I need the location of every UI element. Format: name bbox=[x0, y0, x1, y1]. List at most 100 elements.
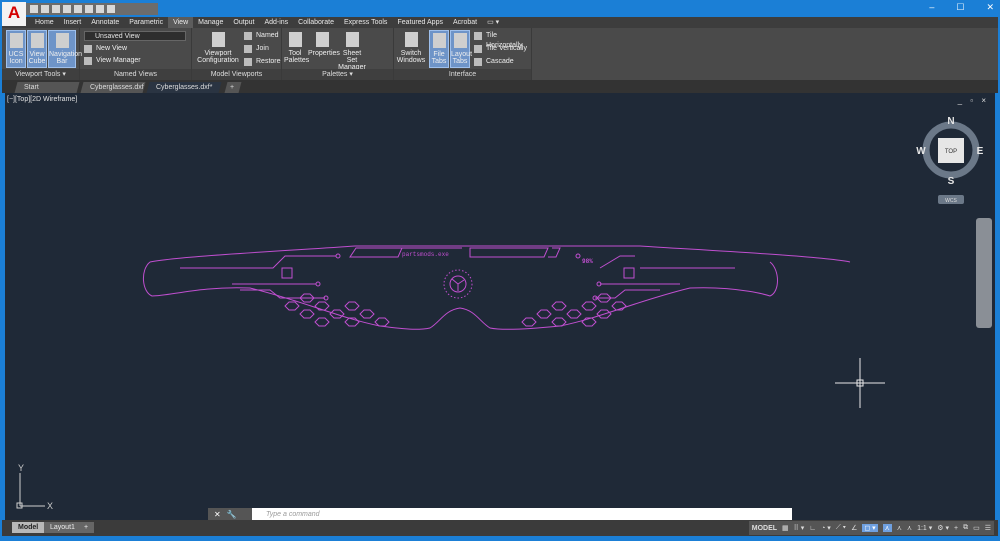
ucs-icon-button[interactable]: UCS Icon bbox=[6, 30, 26, 68]
compass-south[interactable]: S bbox=[948, 176, 955, 187]
annotation-monitor-icon[interactable]: + bbox=[954, 525, 958, 532]
auto-scale-icon[interactable]: ⋏ bbox=[897, 524, 902, 532]
compass-north[interactable]: N bbox=[947, 116, 954, 127]
hexagon-pattern-right bbox=[521, 293, 627, 327]
tab-view[interactable]: View bbox=[168, 17, 194, 28]
named-view-dropdown[interactable]: Unsaved View bbox=[84, 31, 186, 41]
object-snap-icon[interactable]: ◻ ▾ bbox=[862, 524, 878, 532]
new-view-button[interactable]: New View bbox=[84, 44, 127, 54]
close-button[interactable]: ✕ bbox=[986, 2, 994, 13]
panel-model-viewports: Viewport Configuration Named Join Restor… bbox=[192, 28, 282, 80]
tab-home[interactable]: Home bbox=[30, 17, 59, 28]
restore-button[interactable]: Restore bbox=[244, 57, 281, 67]
grid-icon[interactable]: ▦ bbox=[782, 524, 789, 532]
customize-wrench-icon[interactable]: 🔧 bbox=[227, 510, 237, 519]
minimize-button[interactable]: – bbox=[929, 2, 934, 13]
tab-annotate[interactable]: Annotate bbox=[86, 17, 124, 28]
tab-parametric[interactable]: Parametric bbox=[124, 17, 168, 28]
view-cube-button[interactable]: View Cube bbox=[27, 30, 47, 68]
tab-output[interactable]: Output bbox=[228, 17, 259, 28]
title-bar: – ☐ ✕ bbox=[0, 0, 1000, 17]
workspace-gear-icon[interactable]: ⚙ ▾ bbox=[937, 524, 949, 532]
panel-title[interactable]: Viewport Tools ▾ bbox=[2, 69, 79, 80]
object-snap-tracking-icon[interactable]: ∠ bbox=[851, 524, 857, 532]
customization-menu-icon[interactable]: ☰ bbox=[985, 524, 991, 532]
layout-tabs-icon bbox=[453, 33, 467, 48]
compass-east[interactable]: E bbox=[977, 146, 984, 157]
panel-interface: Switch Windows File Tabs Layout Tabs Til… bbox=[394, 28, 532, 80]
ortho-icon[interactable]: ∟ bbox=[809, 525, 816, 532]
tab-collaborate[interactable]: Collaborate bbox=[293, 17, 339, 28]
annotation-visibility-icon[interactable]: ⋏ bbox=[882, 524, 892, 532]
clean-screen-icon[interactable]: ▭ bbox=[973, 524, 980, 532]
file-tab-start[interactable]: Start bbox=[14, 82, 80, 93]
app-menu-logo[interactable]: A bbox=[2, 2, 26, 26]
tab-acrobat[interactable]: Acrobat bbox=[448, 17, 482, 28]
add-layout-button[interactable]: + bbox=[78, 522, 95, 533]
panel-title[interactable]: Palettes ▾ bbox=[282, 69, 393, 80]
viewcube: TOP N S E W WCS bbox=[916, 116, 984, 204]
file-tab-cyberglasses[interactable]: Cyberglasses.dxf ✕ bbox=[80, 82, 146, 102]
panel-title: Named Views bbox=[80, 69, 191, 80]
hexagon-pattern-left bbox=[284, 293, 390, 327]
tab-featured-apps[interactable]: Featured Apps bbox=[392, 17, 448, 28]
tab-manage[interactable]: Manage bbox=[193, 17, 228, 28]
navigation-bar-button[interactable]: Navigation Bar bbox=[48, 30, 82, 68]
file-tabs-button[interactable]: File Tabs bbox=[429, 30, 449, 68]
polar-icon[interactable]: ◔ ▾ bbox=[821, 524, 831, 532]
ucs-y-label: Y bbox=[18, 463, 24, 473]
view-cube-icon bbox=[30, 33, 44, 48]
drawing-canvas: partsmods.exe 98% Y X TOP N S E W WCS bbox=[16, 116, 992, 511]
tile-horizontally-button[interactable]: Tile Horizontally bbox=[474, 31, 531, 49]
tile-vertically-button[interactable]: Tile Vertically bbox=[474, 44, 527, 54]
file-tabs-icon bbox=[432, 33, 446, 48]
status-bar: Model Layout1 + MODEL ▦ ⠿ ▾ ∟ ◔ ▾ ⟋ ▾ ∠ … bbox=[2, 520, 998, 536]
ribbon: UCS Icon View Cube Navigation Bar Viewpo… bbox=[2, 28, 998, 80]
drawing-viewport[interactable]: [−][Top][2D Wireframe] _ ▫ × partsmods.e… bbox=[5, 93, 995, 520]
model-space-button[interactable]: MODEL bbox=[752, 525, 777, 532]
tab-extra-dropdown[interactable]: ▭ ▾ bbox=[482, 17, 504, 28]
layout-tabs-button[interactable]: Layout Tabs bbox=[450, 30, 472, 68]
glasses-outline bbox=[143, 245, 851, 330]
wcs-menu[interactable]: WCS bbox=[945, 198, 957, 204]
scale-dropdown[interactable]: 1:1 ▾ bbox=[917, 524, 932, 532]
viewport-configuration-button[interactable]: Viewport Configuration bbox=[196, 30, 240, 68]
annotation-scale-icon[interactable]: ⋏ bbox=[907, 524, 912, 532]
viewport-icon bbox=[211, 32, 225, 47]
tab-insert[interactable]: Insert bbox=[59, 17, 87, 28]
named-button[interactable]: Named bbox=[244, 31, 279, 41]
tool-palettes-icon bbox=[288, 32, 302, 47]
view-manager-button[interactable]: View Manager bbox=[84, 56, 141, 66]
layout-tab-model[interactable]: Model bbox=[12, 522, 45, 533]
maximize-button[interactable]: ☐ bbox=[956, 2, 964, 13]
ribbon-tabs: Home Insert Annotate Parametric View Man… bbox=[2, 17, 998, 28]
drawing-percent: 98% bbox=[582, 258, 593, 265]
cascade-button[interactable]: Cascade bbox=[474, 57, 514, 67]
ucs-icon bbox=[16, 473, 45, 509]
panel-title: Interface bbox=[394, 69, 531, 80]
switch-windows-button[interactable]: Switch Windows bbox=[396, 30, 426, 68]
isodraft-icon[interactable]: ⟋ ▾ bbox=[836, 524, 846, 532]
isolate-objects-icon[interactable]: ⧉ bbox=[963, 524, 968, 532]
viewcube-top-face[interactable]: TOP bbox=[945, 149, 957, 155]
ucs-x-label: X bbox=[47, 501, 53, 511]
close-command-icon[interactable]: ✕ bbox=[214, 510, 221, 519]
tab-add-ins[interactable]: Add-ins bbox=[259, 17, 293, 28]
crosshair-cursor bbox=[835, 358, 885, 408]
compass-west[interactable]: W bbox=[916, 146, 926, 157]
tab-express-tools[interactable]: Express Tools bbox=[339, 17, 392, 28]
sheet-set-icon bbox=[345, 32, 359, 47]
navigation-bar[interactable] bbox=[976, 218, 992, 328]
panel-named-views: Unsaved View New View View Manager Named… bbox=[80, 28, 192, 80]
join-button[interactable]: Join bbox=[244, 44, 269, 54]
file-tab-cyberglasses-active[interactable]: Cyberglasses.dxf* ✕ bbox=[146, 82, 222, 102]
new-tab-button[interactable]: + bbox=[224, 82, 242, 93]
snap-icon[interactable]: ⠿ ▾ bbox=[794, 524, 805, 532]
layout-tab-layout1[interactable]: Layout1 bbox=[44, 522, 81, 533]
quick-access-toolbar[interactable] bbox=[26, 3, 158, 15]
properties-button[interactable]: Properties bbox=[308, 30, 340, 68]
panel-viewport-tools: UCS Icon View Cube Navigation Bar Viewpo… bbox=[2, 28, 82, 80]
command-input[interactable]: Type a command bbox=[252, 511, 320, 518]
tool-palettes-button[interactable]: Tool Palettes bbox=[284, 30, 309, 68]
sheet-set-manager-button[interactable]: Sheet Set Manager bbox=[338, 30, 366, 71]
